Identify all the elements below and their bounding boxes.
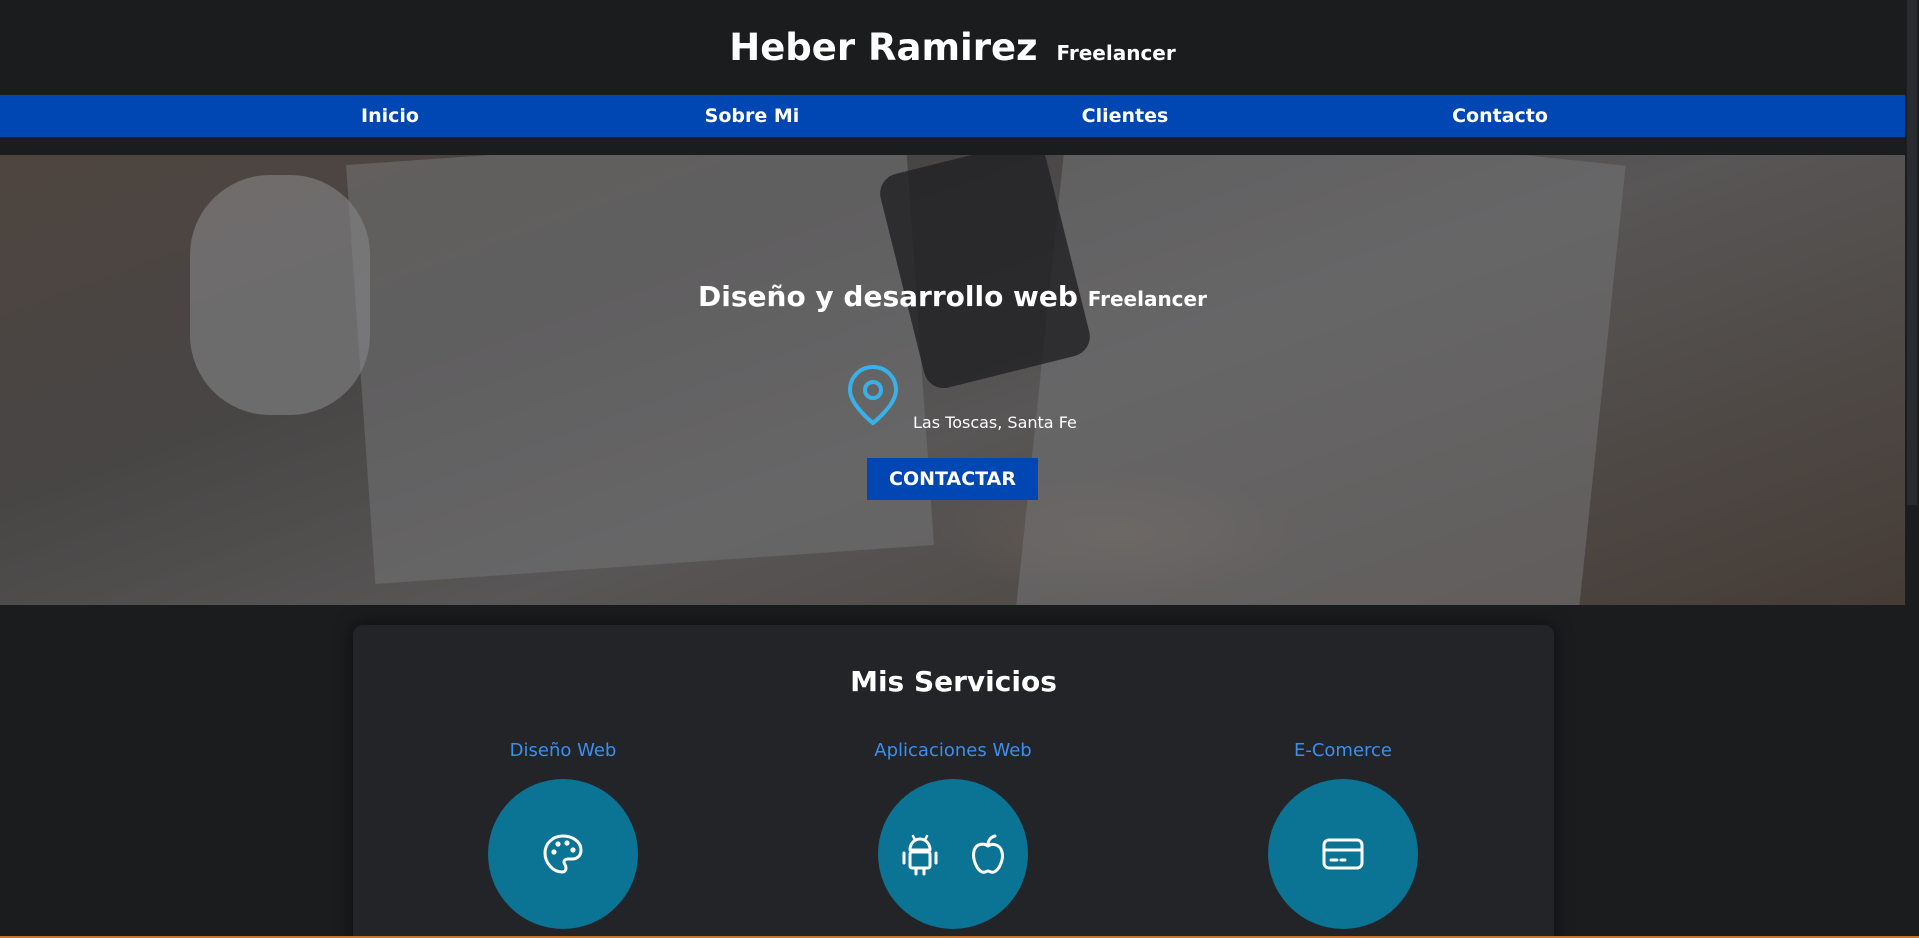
- nav-item-clientes[interactable]: Clientes: [1082, 95, 1169, 137]
- service-label[interactable]: Aplicaciones Web: [853, 740, 1053, 761]
- services-card: Mis Servicios Diseño Web Aplicaciones We…: [353, 625, 1554, 938]
- hero-title: Diseño y desarrollo web Freelancer: [0, 280, 1905, 313]
- main-nav: Inicio Sobre Mi Clientes Contacto: [0, 95, 1905, 137]
- nav-item-contacto[interactable]: Contacto: [1452, 95, 1548, 137]
- location-text: Las Toscas, Santa Fe: [913, 413, 1077, 432]
- nav-divider: [0, 137, 1905, 155]
- site-header: Heber Ramirez Freelancer: [0, 0, 1905, 95]
- map-pin-icon: [847, 364, 899, 426]
- service-circle: [878, 779, 1028, 929]
- service-circle: [1268, 779, 1418, 929]
- scrollbar[interactable]: [1905, 0, 1919, 938]
- site-title-name: Heber Ramirez: [729, 26, 1038, 69]
- site-title-tagline: Freelancer: [1056, 41, 1176, 65]
- apple-icon: [972, 834, 1004, 874]
- service-e-comerce[interactable]: E-Comerce: [1243, 740, 1443, 929]
- service-label[interactable]: Diseño Web: [463, 740, 663, 761]
- service-circle: [488, 779, 638, 929]
- nav-item-sobre-mi[interactable]: Sobre Mi: [705, 95, 800, 137]
- services-title: Mis Servicios: [850, 665, 1057, 698]
- hero-title-suffix: Freelancer: [1087, 287, 1207, 311]
- nav-item-inicio[interactable]: Inicio: [361, 95, 419, 137]
- service-diseno-web[interactable]: Diseño Web: [463, 740, 663, 929]
- hero-title-main: Diseño y desarrollo web: [698, 280, 1078, 313]
- page: Heber Ramirez Freelancer Inicio Sobre Mi…: [0, 0, 1905, 938]
- service-aplicaciones-web[interactable]: Aplicaciones Web: [853, 740, 1053, 929]
- scrollbar-thumb[interactable]: [1907, 0, 1917, 505]
- android-icon: [902, 834, 938, 876]
- palette-icon: [543, 834, 583, 874]
- hero-section: Diseño y desarrollo web Freelancer Las T…: [0, 155, 1905, 605]
- contactar-button[interactable]: CONTACTAR: [867, 458, 1038, 500]
- credit-card-icon: [1322, 838, 1364, 870]
- site-title: Heber Ramirez Freelancer: [729, 26, 1175, 69]
- service-label[interactable]: E-Comerce: [1243, 740, 1443, 761]
- hero-overlay: [0, 155, 1905, 605]
